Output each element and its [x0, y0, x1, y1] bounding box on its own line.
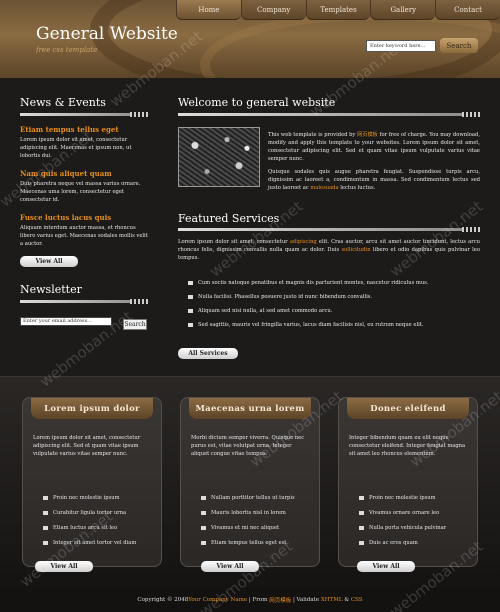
- welcome-text: This web template is provided by 网页模板 fo…: [268, 131, 480, 192]
- header: General Website free css template Home C…: [0, 0, 500, 78]
- news-item-title[interactable]: Fusce luctus lacus quis: [20, 213, 148, 222]
- feature-box-3: Donec eleifend Integer bibendum quam eu …: [338, 397, 478, 572]
- all-services-button[interactable]: All Services: [178, 348, 238, 359]
- welcome-divider: [178, 112, 480, 117]
- box-title: Lorem ipsum dolor: [31, 398, 153, 419]
- services-heading: Featured Services: [178, 212, 280, 225]
- box-view-all-button[interactable]: View All: [201, 561, 259, 572]
- left-column: News & Events Etiam tempus tellus eget L…: [20, 96, 148, 331]
- welcome-paragraph-2: Quisque sodales quis augue pharetra feug…: [268, 169, 480, 191]
- list-item: Duis ac eros quam: [359, 535, 469, 550]
- news-item-title[interactable]: Etiam tempus tellus eget: [20, 125, 148, 134]
- welcome-heading: Welcome to general website: [178, 96, 336, 109]
- box-view-all-button[interactable]: View All: [357, 561, 415, 572]
- newsletter-heading: Newsletter: [20, 283, 82, 296]
- footer-source-link[interactable]: 网页模板: [269, 596, 291, 604]
- services-divider: [178, 227, 480, 232]
- welcome-paragraph: This web template is provided by 网页模板 fo…: [268, 132, 480, 162]
- main-content: News & Events Etiam tempus tellus eget L…: [0, 78, 500, 376]
- sollicitudin-link[interactable]: sollicitudin: [341, 247, 370, 253]
- search-button[interactable]: Search: [440, 38, 478, 53]
- site-subtitle: free css template: [36, 46, 98, 54]
- footer-xhtml-link[interactable]: XHTML: [321, 597, 343, 603]
- newsletter-form: Search: [20, 307, 148, 331]
- news-heading: News & Events: [20, 96, 106, 109]
- list-item: Etiam tempus tellus eget est: [201, 535, 311, 550]
- list-item: Integer sit amet tortor vel diam: [43, 535, 153, 550]
- list-item: Proin nec molestie ipsum: [43, 490, 153, 505]
- news-view-all-button[interactable]: View All: [20, 256, 78, 267]
- list-item: Nullam porttitor tellus ut turpis: [201, 490, 311, 505]
- box-text: Lorem ipsum dolor sit amet, consectetur …: [33, 435, 141, 457]
- box-list: Proin nec molestie ipsum Curabitur ligul…: [43, 490, 153, 550]
- malesuada-link[interactable]: malesuada: [310, 185, 338, 191]
- footer-text: | Validate: [291, 597, 321, 603]
- services-list: Cum sociis natoque penatibus et magnis d…: [188, 276, 480, 332]
- box-list: Nullam porttitor tellus ut turpis Mauris…: [201, 490, 311, 550]
- box-list: Proin nec molestie ipsum Vivamus ornare …: [359, 490, 469, 550]
- nav-gallery[interactable]: Gallery: [370, 0, 436, 20]
- news-item-text: Aliquam interdum auctor massa, et rhoncu…: [20, 225, 148, 247]
- list-item: Curabitur ligula tortor urna: [43, 505, 153, 520]
- footer: Copyright © 2048 Your Company Name | Fro…: [0, 588, 500, 612]
- template-link[interactable]: 网页模板: [357, 132, 378, 138]
- nav-contact[interactable]: Contact: [435, 0, 500, 20]
- newsletter-submit-button[interactable]: Search: [123, 319, 147, 330]
- services-paragraph: Lorem ipsum dolor sit amet, consectetur …: [178, 239, 480, 261]
- news-divider: [20, 112, 148, 117]
- list-item: Nulla facilisi. Phasellus posuere justo …: [188, 290, 480, 304]
- nav-home[interactable]: Home: [176, 0, 241, 20]
- footer-text: &: [342, 597, 351, 603]
- newsletter-divider: [20, 299, 148, 304]
- box-view-all-button[interactable]: View All: [35, 561, 93, 572]
- newsletter-email-field[interactable]: [20, 316, 112, 326]
- footer-company-link[interactable]: Your Company Name: [188, 597, 247, 603]
- nav-templates[interactable]: Templates: [305, 0, 371, 20]
- right-column: Welcome to general website This web temp…: [178, 96, 480, 359]
- bottom-panel: Lorem ipsum dolor Lorem ipsum dolor sit …: [0, 376, 500, 588]
- list-item: Nulla porta vehicula pulvinar: [359, 520, 469, 535]
- feature-box-1: Lorem ipsum dolor Lorem ipsum dolor sit …: [22, 397, 162, 572]
- list-item: Sed sagittis, mauris vel fringilla variu…: [188, 318, 480, 332]
- box-title: Donec eleifend: [347, 398, 469, 419]
- box-title: Maecenas urna lorem: [189, 398, 311, 419]
- news-item-text: Lorem ipsum dolor sit amet, consectetur …: [20, 137, 132, 159]
- box-text: Morbi dictum semper viverra. Quisque nec…: [191, 435, 305, 457]
- list-item: Vivamus et mi nec aliquet: [201, 520, 311, 535]
- footer-text: | From: [247, 597, 270, 603]
- list-item: Vivamus ornare ornare leo: [359, 505, 469, 520]
- site-title[interactable]: General Website: [36, 24, 178, 44]
- list-item: Mauris lobortis nisl in lorem: [201, 505, 311, 520]
- list-item: Proin nec molestie ipsum: [359, 490, 469, 505]
- nav-company[interactable]: Company: [240, 0, 306, 20]
- list-item: Cum sociis natoque penatibus et magnis d…: [188, 276, 480, 290]
- list-item: Etiam luctus arcu sit leo: [43, 520, 153, 535]
- box-text: Integer bibendum quam eu elit neque cons…: [349, 435, 466, 457]
- feature-box-2: Maecenas urna lorem Morbi dictum semper …: [180, 397, 320, 572]
- adipiscing-link[interactable]: adipiscing: [290, 239, 317, 245]
- footer-copyright: Copyright © 2048: [137, 597, 189, 603]
- search-input[interactable]: [366, 40, 436, 52]
- news-item-title[interactable]: Nam quis aliquet quam: [20, 169, 148, 178]
- footer-css-link[interactable]: CSS: [351, 597, 363, 603]
- main-nav: Home Company Templates Gallery Contact: [176, 0, 500, 20]
- news-item-text: Duis pharetra neque vel massa varius orn…: [20, 181, 141, 203]
- list-item: Aliquam sed nisi nulla, at sed amet comm…: [188, 304, 480, 318]
- welcome-image: [178, 127, 260, 187]
